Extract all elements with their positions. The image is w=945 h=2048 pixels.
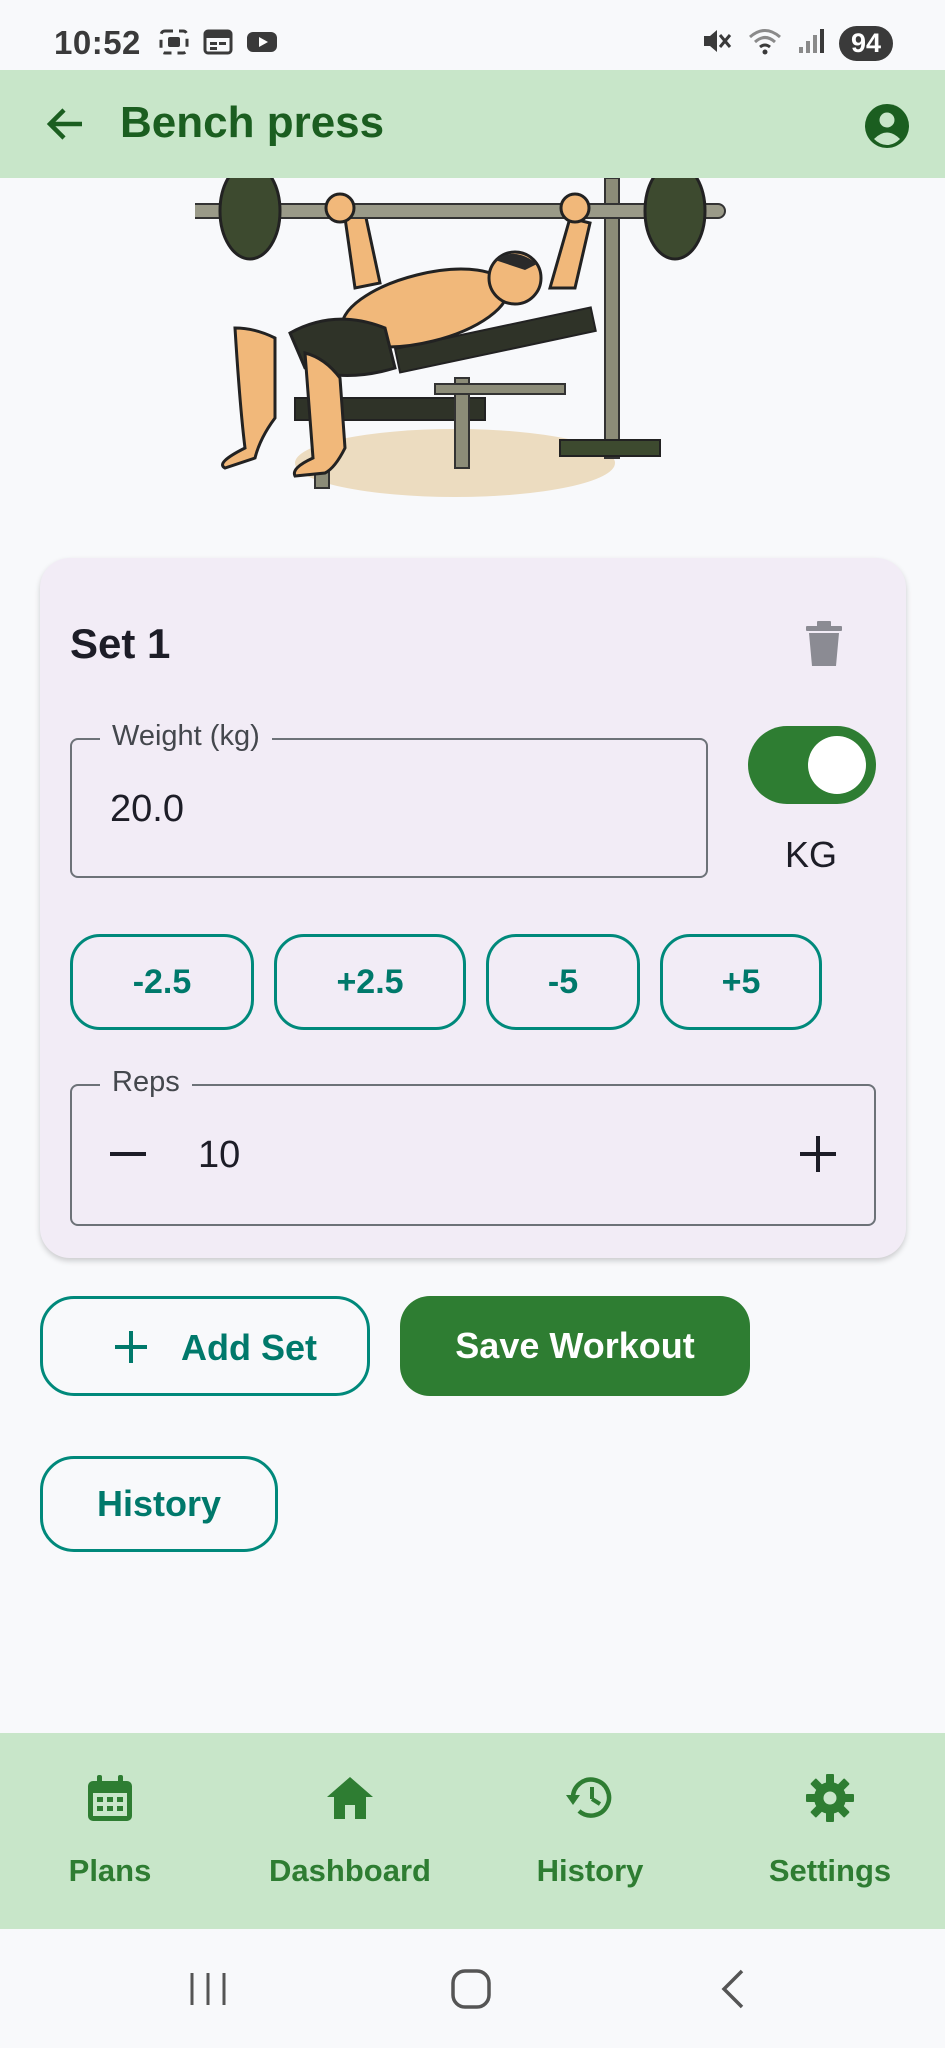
arrow-left-icon	[46, 108, 82, 140]
minus-icon	[110, 1152, 146, 1156]
add-set-label: Add Set	[181, 1327, 318, 1368]
weight-field[interactable]: Weight (kg) 20.0	[70, 720, 708, 878]
history-button[interactable]: History	[40, 1456, 278, 1552]
nav-item-plans[interactable]: Plans	[40, 1733, 180, 1929]
screenshot-icon	[158, 28, 190, 56]
delete-set-button[interactable]	[804, 620, 844, 668]
mute-icon	[701, 26, 733, 61]
system-navigation-bar	[0, 1929, 945, 2048]
home-outline-icon	[451, 1969, 491, 2009]
status-time: 10:52	[54, 24, 141, 61]
save-workout-button[interactable]: Save Workout	[400, 1296, 750, 1396]
bottom-navigation: Plans Dashboard History Settings	[0, 1733, 945, 1929]
add-set-button[interactable]: Add Set	[40, 1296, 370, 1396]
nav-label-dashboard: Dashboard	[269, 1853, 431, 1888]
unit-toggle-switch[interactable]	[748, 726, 876, 804]
wifi-icon	[747, 26, 783, 61]
page-title: Bench press	[120, 98, 385, 147]
top-app-bar: Bench press	[0, 70, 945, 178]
exercise-illustration	[164, 161, 775, 508]
nav-label-plans: Plans	[68, 1853, 152, 1888]
nav-item-dashboard[interactable]: Dashboard	[260, 1733, 440, 1929]
chevron-left-icon	[721, 1969, 744, 2009]
unit-label: KG	[785, 834, 838, 875]
account-button[interactable]	[863, 102, 911, 150]
nav-item-settings[interactable]: Settings	[755, 1733, 905, 1929]
history-icon	[566, 1777, 612, 1818]
weight-value[interactable]: 20.0	[110, 788, 184, 831]
status-system-icons: 94	[701, 26, 893, 61]
recent-apps-button[interactable]	[186, 1967, 230, 2011]
youtube-icon	[246, 28, 278, 56]
reps-decrement-button[interactable]	[108, 1134, 148, 1174]
recent-apps-icon	[190, 1973, 226, 2005]
status-notification-icons	[158, 28, 278, 56]
battery-indicator: 94	[839, 26, 893, 61]
back-button[interactable]	[40, 98, 92, 150]
nav-item-history[interactable]: History	[520, 1733, 660, 1929]
reps-value[interactable]: 10	[198, 1134, 240, 1177]
increase-5-button[interactable]: +5	[660, 934, 822, 1030]
decrease-2-5-button[interactable]: -2.5	[70, 934, 254, 1030]
account-circle-icon	[865, 104, 909, 148]
status-bar: 10:52 94	[0, 0, 945, 70]
reps-field: Reps 10	[70, 1066, 876, 1226]
plus-icon	[800, 1136, 836, 1172]
set-card: Set 1 Weight (kg) 20.0 KG -2.5 +2.5 -5 +…	[40, 558, 906, 1258]
calendar-icon	[88, 1775, 132, 1821]
back-system-button[interactable]	[712, 1967, 756, 2011]
increase-2-5-button[interactable]: +2.5	[274, 934, 466, 1030]
set-title: Set 1	[70, 620, 171, 667]
weight-field-label: Weight (kg)	[100, 720, 272, 753]
trash-icon	[806, 621, 842, 666]
signal-icon	[797, 27, 825, 60]
home-icon	[327, 1777, 373, 1819]
nav-label-history: History	[536, 1853, 644, 1888]
toggle-knob	[808, 736, 866, 794]
plus-icon	[115, 1331, 147, 1363]
gear-icon	[806, 1774, 854, 1822]
reps-increment-button[interactable]	[798, 1134, 838, 1174]
reps-field-label: Reps	[100, 1066, 192, 1099]
calendar-notification-icon	[202, 28, 234, 56]
decrease-5-button[interactable]: -5	[486, 934, 640, 1030]
nav-label-settings: Settings	[768, 1853, 892, 1888]
home-system-button[interactable]	[449, 1967, 493, 2011]
